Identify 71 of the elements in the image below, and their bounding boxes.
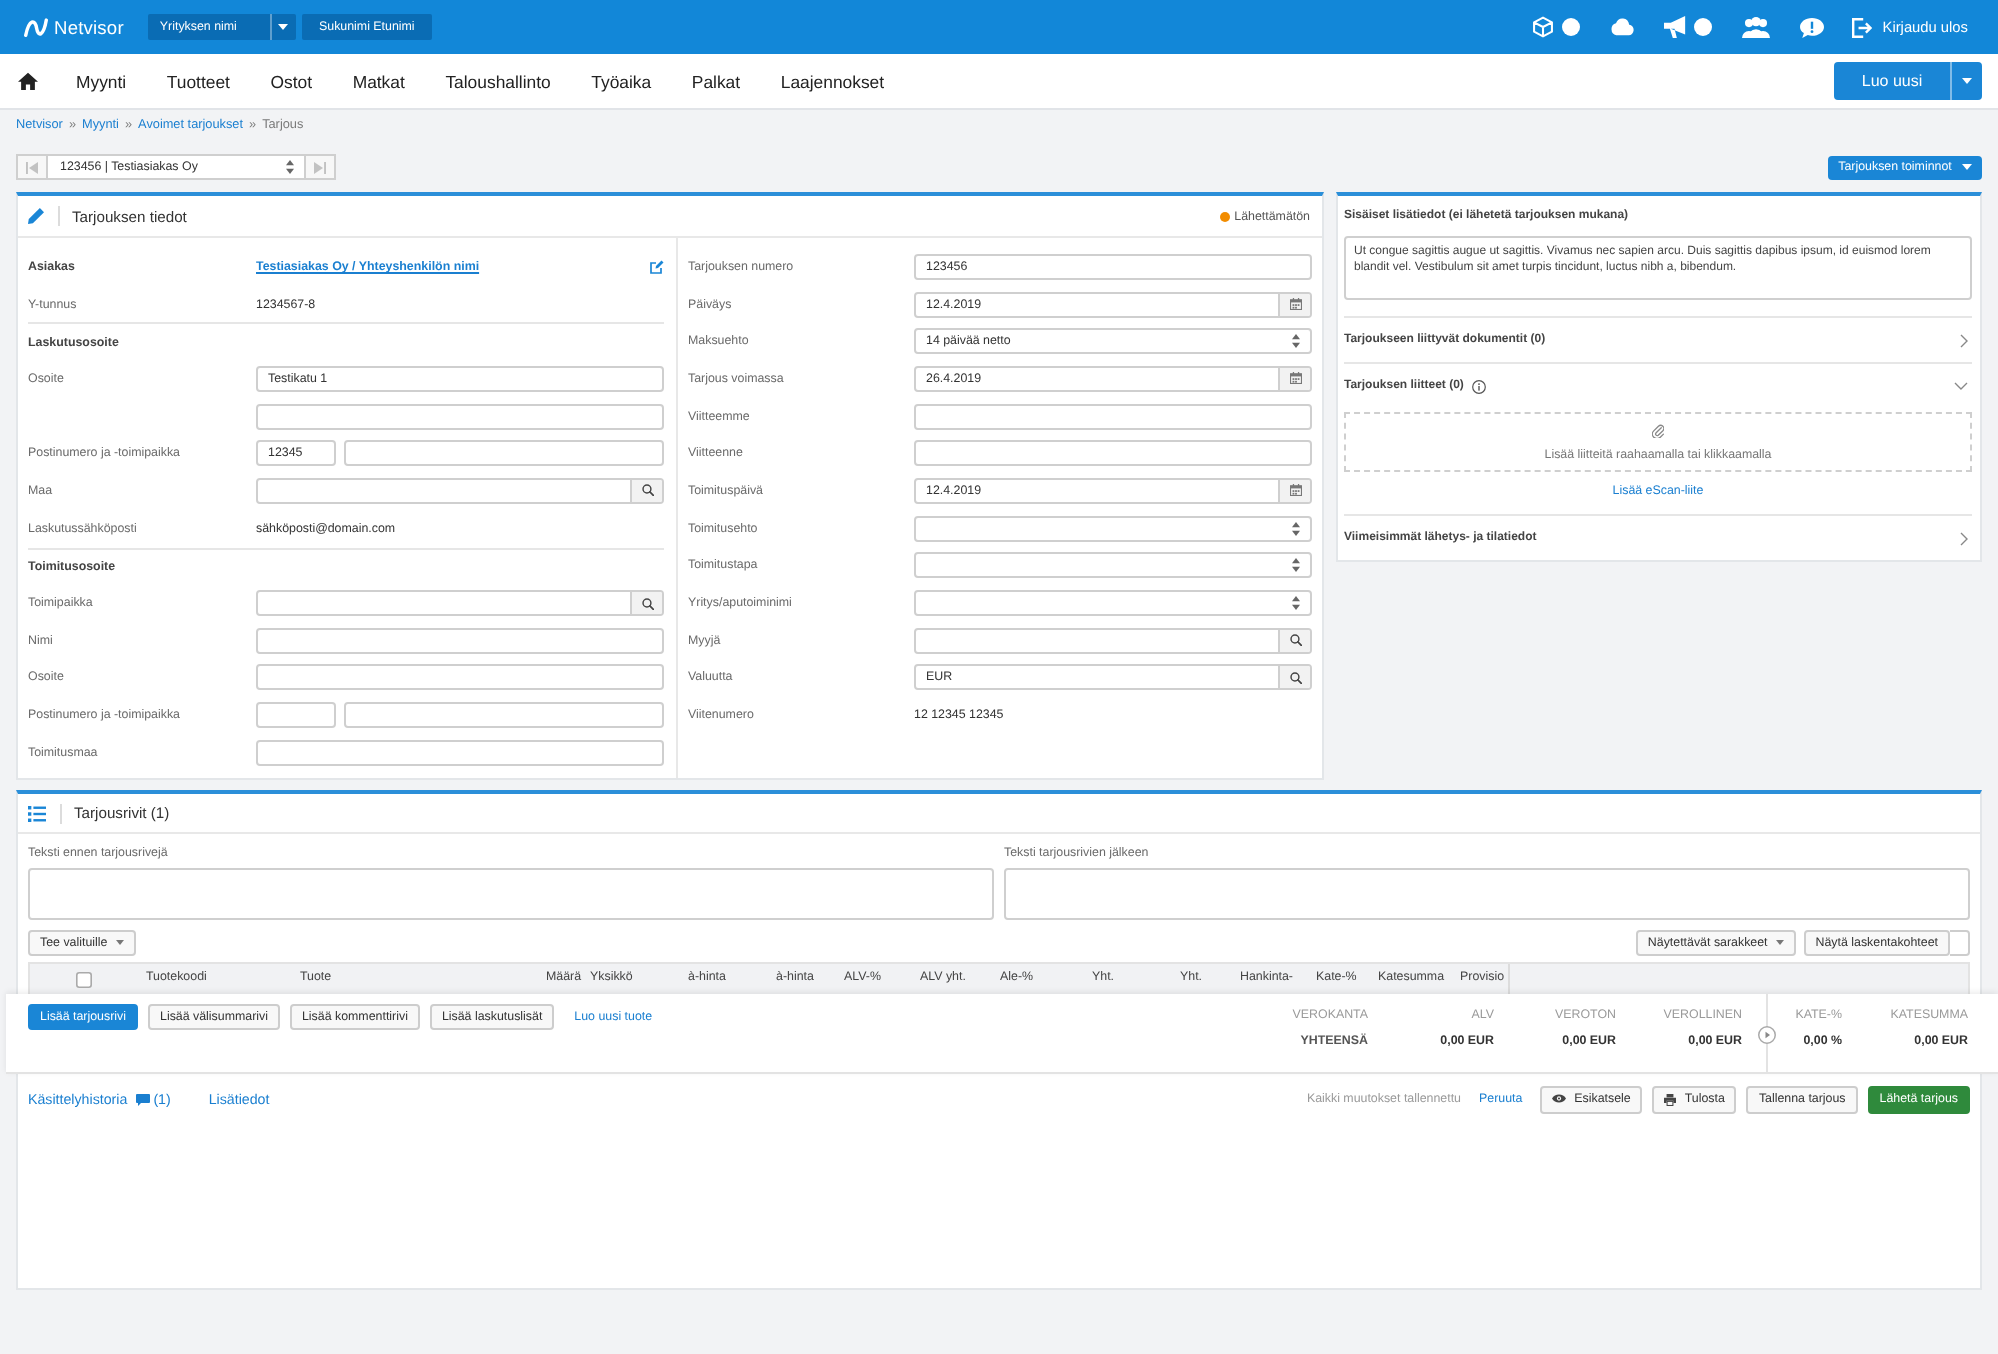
- text-area[interactable]: [1004, 868, 1970, 920]
- updown-icon: [1292, 596, 1300, 611]
- skip-start-icon: [26, 161, 38, 173]
- caret-icon: [278, 24, 289, 30]
- caret-icon: [1775, 940, 1784, 946]
- select-field[interactable]: [914, 515, 1312, 542]
- select-field[interactable]: [914, 590, 1312, 617]
- text-field[interactable]: [914, 403, 1312, 430]
- text-field[interactable]: [256, 403, 664, 430]
- comment-icon: [135, 1093, 150, 1105]
- updown-icon: [1292, 334, 1300, 349]
- create-menu-button[interactable]: [1950, 62, 1982, 100]
- calendar-button[interactable]: [1278, 367, 1310, 390]
- create-button[interactable]: Luo uusi: [1834, 62, 1950, 100]
- updown-icon: [286, 160, 294, 174]
- caret-icon: [115, 940, 124, 946]
- nav-item[interactable]: Tuotteet: [166, 71, 230, 91]
- search-button[interactable]: [1278, 629, 1310, 652]
- search-field[interactable]: [256, 590, 664, 617]
- text-field[interactable]: [256, 627, 664, 654]
- eye-icon: [1552, 1094, 1567, 1104]
- updown-icon: [1292, 521, 1300, 536]
- calendar-button[interactable]: [1278, 293, 1310, 316]
- nav-item[interactable]: Laajennokset: [780, 71, 885, 91]
- text-field[interactable]: [256, 702, 336, 729]
- checkbox[interactable]: [76, 971, 92, 987]
- select-field[interactable]: [914, 552, 1312, 579]
- nav-item[interactable]: Myynti: [76, 71, 127, 91]
- search-icon: [641, 597, 653, 610]
- megaphone-icon[interactable]: [1664, 16, 1687, 38]
- search-button[interactable]: [630, 592, 662, 615]
- logout-icon: [1852, 17, 1873, 37]
- calendar-icon: [1289, 372, 1301, 385]
- nav-item[interactable]: Matkat: [352, 71, 405, 91]
- search-icon: [1289, 634, 1301, 647]
- edit-icon[interactable]: [650, 259, 664, 274]
- list-icon: [28, 805, 46, 821]
- toggle-box[interactable]: [1950, 930, 1970, 956]
- text-field[interactable]: [344, 702, 664, 729]
- printer-icon: [1664, 1093, 1677, 1105]
- updown-icon: [1292, 558, 1300, 573]
- text-field[interactable]: [914, 440, 1312, 467]
- calendar-icon: [1289, 298, 1301, 311]
- nav-item[interactable]: Taloushallinto: [445, 71, 551, 91]
- paperclip-icon: [1652, 423, 1664, 437]
- search-icon: [1289, 671, 1301, 684]
- people-icon[interactable]: [1742, 16, 1771, 38]
- logo-icon[interactable]: [24, 17, 48, 37]
- caret-icon: [1961, 164, 1972, 170]
- text-field[interactable]: [256, 739, 664, 766]
- search-button[interactable]: [630, 479, 662, 502]
- text-field[interactable]: [256, 664, 664, 691]
- search-field[interactable]: [256, 477, 664, 504]
- nav-item[interactable]: Työaika: [591, 71, 652, 91]
- search-field[interactable]: [914, 627, 1312, 654]
- caret-icon: [1962, 78, 1972, 84]
- search-icon: [641, 484, 653, 497]
- text-field[interactable]: [344, 440, 664, 467]
- speech-bubble-icon[interactable]: [1800, 17, 1825, 37]
- pencil-icon: [28, 208, 44, 224]
- calendar-button[interactable]: [1278, 479, 1310, 502]
- nav-item[interactable]: Ostot: [270, 71, 313, 91]
- calendar-icon: [1289, 484, 1301, 497]
- cloud-icon[interactable]: [1610, 18, 1635, 36]
- home-icon[interactable]: [18, 72, 38, 90]
- search-button[interactable]: [1278, 666, 1310, 689]
- skip-end-icon: [314, 161, 326, 173]
- logo-text[interactable]: Netvisor: [54, 17, 124, 37]
- nav-item[interactable]: Palkat: [691, 71, 741, 91]
- cube-icon[interactable]: [1532, 16, 1555, 38]
- text-area[interactable]: [28, 868, 994, 920]
